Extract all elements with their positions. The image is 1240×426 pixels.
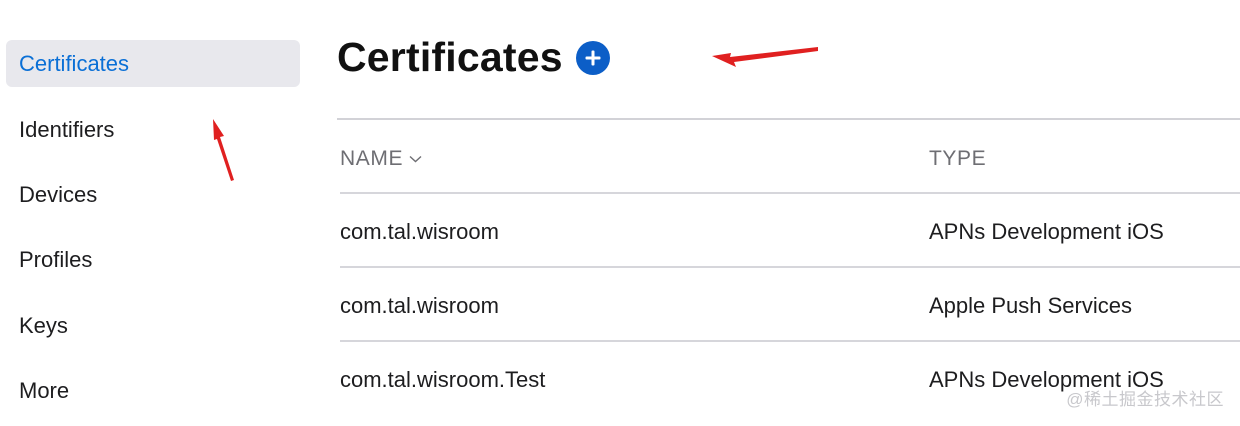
sidebar-item-devices[interactable]: Devices	[6, 171, 300, 218]
sidebar: Certificates Identifiers Devices Profile…	[0, 0, 310, 426]
main-content: Certificates NAME TYPE com.tal.wisroom A…	[337, 0, 1240, 426]
cell-name: com.tal.wisroom.Test	[340, 367, 546, 392]
cell-name: com.tal.wisroom	[340, 219, 499, 244]
sidebar-item-more[interactable]: More	[6, 367, 300, 414]
table-row[interactable]: com.tal.wisroom APNs Development iOS	[340, 194, 1240, 268]
sidebar-item-label: Profiles	[19, 246, 93, 272]
sidebar-item-keys[interactable]: Keys	[6, 302, 300, 349]
chevron-down-icon	[409, 155, 422, 163]
sidebar-item-label: Keys	[19, 312, 68, 338]
page-title: Certificates	[337, 34, 563, 80]
column-header-label: TYPE	[929, 147, 987, 170]
table-header: NAME TYPE	[340, 120, 1240, 194]
table-row[interactable]: com.tal.wisroom Apple Push Services	[340, 268, 1240, 342]
sidebar-item-profiles[interactable]: Profiles	[6, 236, 300, 283]
column-header-label: NAME	[340, 147, 404, 170]
column-header-type: TYPE	[929, 147, 986, 171]
sidebar-item-label: More	[19, 377, 70, 403]
sidebar-item-label: Devices	[19, 181, 98, 207]
column-header-name[interactable]: NAME	[340, 147, 422, 171]
add-certificate-button[interactable]	[575, 40, 610, 75]
cell-name: com.tal.wisroom	[340, 293, 499, 318]
watermark: @稀土掘金技术社区	[1066, 390, 1224, 409]
sidebar-item-certificates[interactable]: Certificates	[6, 40, 300, 87]
cell-type: APNs Development iOS	[929, 219, 1164, 244]
sidebar-item-label: Identifiers	[19, 116, 115, 142]
sidebar-item-label: Certificates	[19, 50, 130, 76]
sidebar-item-identifiers[interactable]: Identifiers	[6, 106, 300, 153]
cell-type: Apple Push Services	[929, 293, 1132, 318]
plus-circle-icon	[585, 50, 601, 65]
page-header: Certificates	[337, 34, 610, 81]
